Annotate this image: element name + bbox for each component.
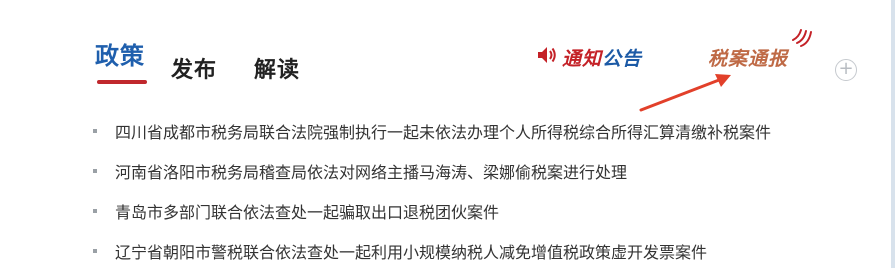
news-title[interactable]: 河南省洛阳市税务局稽查局依法对网络主播马海涛、梁娜偷税案进行处理: [115, 159, 627, 183]
right-border: [891, 0, 895, 268]
bullet: [93, 169, 97, 173]
news-list: 四川省成都市税务局联合法院强制执行一起未依法办理个人所得税综合所得汇算清缴补税案…: [93, 111, 771, 271]
tax-case-bulletin-link[interactable]: 税案通报: [708, 44, 788, 70]
bullet: [93, 209, 97, 213]
notice-label-red: 通知: [562, 47, 603, 70]
notice-link[interactable]: 通知公告: [536, 44, 642, 70]
news-title[interactable]: 四川省成都市税务局联合法院强制执行一起未依法办理个人所得税综合所得汇算清缴补税案…: [115, 119, 771, 143]
bullet: [93, 129, 97, 133]
notice-label-blue: 公告: [602, 47, 643, 70]
active-tab-underline: [97, 80, 147, 84]
news-item[interactable]: 青岛市多部门联合依法查处一起骗取出口退税团伙案件: [93, 191, 771, 231]
notice-label: 通知公告: [562, 44, 642, 71]
tab-policy[interactable]: 政策: [95, 36, 145, 71]
news-item[interactable]: 河南省洛阳市税务局稽查局依法对网络主播马海涛、梁娜偷税案进行处理: [93, 151, 771, 191]
tax-case-bulletin-label: 税案通报: [708, 48, 789, 70]
tab-release[interactable]: 发布: [171, 52, 217, 84]
news-item[interactable]: 四川省成都市税务局联合法院强制执行一起未依法办理个人所得税综合所得汇算清缴补税案…: [93, 111, 771, 151]
news-title[interactable]: 辽宁省朝阳市警税联合依法查处一起利用小规模纳税人减免增值税政策虚开发票案件: [115, 239, 707, 263]
signal-icon: [790, 26, 814, 52]
bullet: [93, 249, 97, 253]
tab-interpretation[interactable]: 解读: [254, 52, 300, 84]
speaker-icon: [536, 44, 558, 70]
plus-icon[interactable]: +: [835, 59, 857, 81]
news-item[interactable]: 辽宁省朝阳市警税联合依法查处一起利用小规模纳税人减免增值税政策虚开发票案件: [93, 231, 771, 271]
news-title[interactable]: 青岛市多部门联合依法查处一起骗取出口退税团伙案件: [115, 199, 499, 223]
